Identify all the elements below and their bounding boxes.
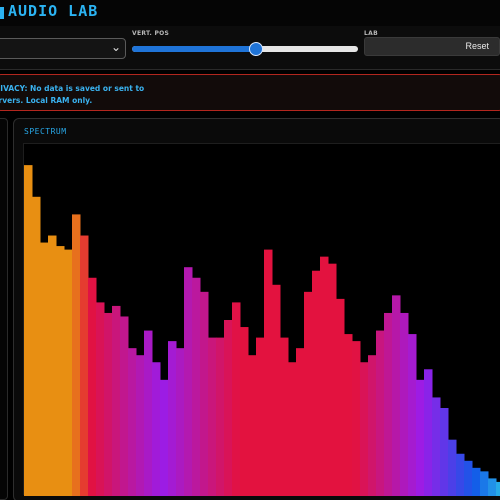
spectrum-bar: [352, 341, 361, 496]
spectrum-bar: [440, 408, 449, 496]
vert-pos-label: VERT. POS: [132, 30, 170, 37]
spectrum-title: SPECTRUM: [24, 127, 67, 136]
spectrum-bar: [240, 327, 249, 496]
spectrum-bar: [152, 362, 161, 496]
spectrum-canvas: [23, 143, 500, 496]
vert-pos-slider[interactable]: [132, 42, 358, 56]
spectrum-bar: [432, 397, 441, 496]
spectrum-bar: [128, 348, 137, 496]
spectrum-bar: [256, 337, 265, 496]
vert-pos-slider-fill: [132, 46, 257, 52]
title-bar: AUDIO LAB: [0, 0, 500, 26]
spectrum-bar: [272, 284, 281, 496]
spectrum-bar: [232, 302, 241, 496]
spectrum-bar: [480, 471, 489, 496]
spectrum-bar: [96, 302, 105, 496]
spectrum-bar: [208, 337, 217, 496]
spectrum-bar: [80, 235, 89, 496]
spectrum-bar: [168, 341, 177, 496]
app-logo-icon: [0, 7, 4, 19]
spectrum-bar: [304, 291, 313, 496]
spectrum-bar: [224, 320, 233, 496]
spectrum-bar: [392, 295, 401, 496]
spectrum-bar: [40, 242, 49, 496]
spectrum-bar: [384, 312, 393, 496]
spectrum-bar: [464, 460, 473, 496]
spectrum-bar: [376, 330, 385, 496]
source-select[interactable]: ⌄: [0, 38, 126, 59]
spectrum-bar: [408, 334, 417, 496]
spectrum-bar: [336, 298, 345, 496]
spectrum-bar: [112, 305, 121, 496]
spectrum-bar: [136, 355, 145, 496]
spectrum-bar: [368, 355, 377, 496]
spectrum-bar: [56, 246, 65, 496]
spectrum-bar: [32, 196, 41, 496]
left-panel: [0, 118, 8, 500]
spectrum-bar: [264, 249, 273, 496]
reset-button[interactable]: Reset: [364, 37, 500, 56]
chevron-down-icon: ⌄: [110, 40, 121, 54]
spectrum-bar: [48, 235, 57, 496]
spectrum-bar: [104, 312, 113, 496]
spectrum-bar: [344, 334, 353, 496]
spectrum-bar: [192, 277, 201, 496]
spectrum-bar: [296, 348, 305, 496]
spectrum-bar: [184, 267, 193, 496]
spectrum-bar: [160, 379, 169, 496]
spectrum-bar: [120, 316, 129, 496]
spectrum-bar: [312, 270, 321, 496]
spectrum-bar: [328, 263, 337, 496]
privacy-notice: PRIVACY: No data is saved or sent to ser…: [0, 74, 500, 111]
spectrum-bar: [72, 214, 81, 496]
app-title-text: AUDIO LAB: [8, 2, 99, 20]
privacy-line-1: PRIVACY: No data is saved or sent to: [0, 84, 145, 93]
spectrum-bar: [416, 379, 425, 496]
spectrum-bar: [488, 478, 497, 496]
spectrum-panel: SPECTRUM: [13, 118, 500, 500]
spectrum-bar: [24, 165, 33, 496]
spectrum-bar: [64, 249, 73, 496]
spectrum-bar: [496, 481, 500, 496]
spectrum-bar: [248, 355, 257, 496]
privacy-text: PRIVACY: No data is saved or sent to ser…: [0, 83, 151, 107]
spectrum-bar: [424, 369, 433, 496]
spectrum-bar: [88, 277, 97, 496]
spectrum-bar: [288, 362, 297, 496]
spectrum-bar: [200, 291, 209, 496]
spectrum-bar: [400, 312, 409, 496]
spectrum-bar: [216, 337, 225, 496]
spectrum-bar: [448, 439, 457, 496]
spectrum-bar: [176, 348, 185, 496]
lab-label: LAB: [364, 30, 378, 37]
spectrum-bar: [144, 330, 153, 496]
spectrum-bar: [360, 362, 369, 496]
spectrum-bar: [456, 453, 465, 496]
spectrum-chart: [24, 165, 500, 496]
privacy-line-2: servers. Local RAM only.: [0, 96, 93, 105]
spectrum-bar: [280, 337, 289, 496]
spectrum-bar: [320, 256, 329, 496]
spectrum-bar: [472, 467, 481, 496]
